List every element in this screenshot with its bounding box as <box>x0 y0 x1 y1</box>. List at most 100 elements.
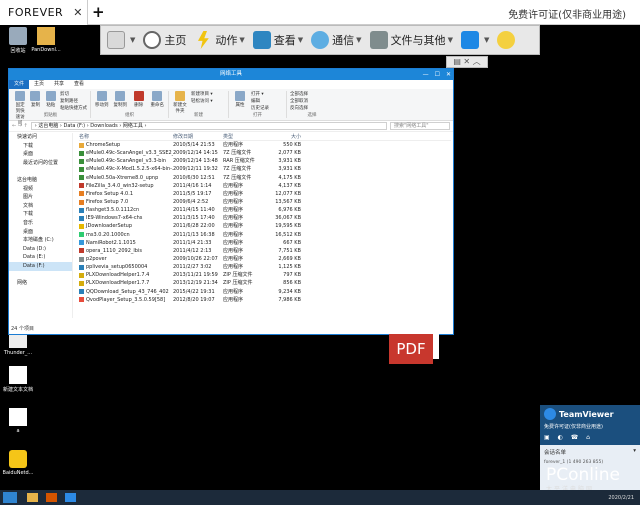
file-row[interactable]: Firefox Setup 7.0 2009/6/4 2:52 应用程序 13,567… <box>79 198 451 206</box>
file-row[interactable]: p2pover 2009/10/26 22:07 应用程序 2,669 KB <box>79 255 451 263</box>
file-row[interactable]: IE9-Windows7-x64-chs 2011/3/15 17:40 应用程序 3… <box>79 214 451 222</box>
nav-item[interactable]: 桌面 <box>9 150 72 159</box>
file-name-cell: PLXDownloadHelper1.7.4 <box>79 271 173 279</box>
windows-button[interactable]: ▼ <box>460 31 489 49</box>
file-type: 应用程序 <box>223 182 244 189</box>
file-type: 应用程序 <box>223 190 244 197</box>
ribbon-tab-file[interactable]: 文件 <box>9 80 30 89</box>
new-tab-icon[interactable]: + <box>92 3 105 21</box>
pdf-file-icon[interactable]: PDF <box>389 297 439 369</box>
file-row[interactable]: QQDownload_Setup_43_746_402 2015/4/22 19:… <box>79 288 451 296</box>
ribbon-tab-home[interactable]: 主页 <box>29 80 49 89</box>
open-button[interactable]: 打开 ▾ <box>251 91 269 98</box>
start-button[interactable] <box>3 492 17 503</box>
nav-item[interactable]: Data (D:) <box>9 245 72 254</box>
teamviewer-action-icons[interactable]: ▣ ◐ ☎ ⌂ <box>544 434 636 441</box>
file-row[interactable]: eMule0.49c-ScanAngel_v3.3-bin 2009/12/14 … <box>79 157 451 165</box>
nav-item[interactable]: 网络 <box>9 279 72 288</box>
watermark-brand: PConline <box>546 465 620 485</box>
file-date: 2010/6/30 12:51 <box>173 174 215 181</box>
nav-item[interactable]: 图片 <box>9 193 72 202</box>
select-all-button[interactable]: 全部选择 <box>290 91 308 98</box>
history-button[interactable]: 历史记录 <box>251 105 269 112</box>
file-size: 2,669 KB <box>278 255 301 262</box>
address-bar[interactable]: › 这台电脑 › Data (F:) › Downloads › 网络工具 › <box>30 122 387 130</box>
select-none-button[interactable]: 全部取消 <box>290 98 308 105</box>
file-name-cell: flashget3.5.0.1112cn <box>79 206 173 214</box>
nav-item[interactable]: 快速访问 <box>9 133 72 142</box>
taskbar-app-icon[interactable] <box>46 493 57 502</box>
file-icon <box>79 264 84 270</box>
file-row[interactable]: ChromeSetup 2010/5/14 21:53 应用程序 550 KB <box>79 141 451 149</box>
nav-item[interactable]: 下载 <box>9 210 72 219</box>
explorer-title: 网络工具 <box>219 71 242 77</box>
session-list-header[interactable]: 会话名单 ▾ <box>540 445 640 459</box>
nav-item[interactable]: 桌面 <box>9 228 72 237</box>
session-tab[interactable]: FOREVER ✕ <box>0 0 88 25</box>
file-row[interactable]: JDownloaderSetup 2011/6/28 22:00 应用程序 19,59… <box>79 222 451 230</box>
file-date: 2009/12/14 14:15 <box>173 150 218 157</box>
cut-button[interactable]: 剪切 <box>60 91 87 98</box>
nav-item[interactable]: 下载 <box>9 142 72 151</box>
file-row[interactable]: PLXDownloadHelper1.7.7 2013/12/19 21:34 ZI… <box>79 279 451 287</box>
file-row[interactable]: FileZilla_3.4.0_win32-setup 2011/4/16 1:1… <box>79 182 451 190</box>
nav-item[interactable]: 最近访问的位置 <box>9 159 72 168</box>
file-name: NamiRobot2.1.1015 <box>86 239 136 246</box>
file-type: ZIP 压缩文件 <box>223 280 253 287</box>
file-row[interactable]: eMule0.50a-Xtreme8.0_upnp 2010/6/30 12:51… <box>79 174 451 182</box>
file-name: ms3.0.20.1000cn <box>86 231 130 238</box>
nav-item[interactable]: Data (E:) <box>9 253 72 262</box>
view-label: 查看 <box>273 34 296 47</box>
files-button[interactable]: 文件与其他 ▼ <box>369 31 453 49</box>
file-row[interactable]: PLXDownloadHelper1.7.4 2013/11/21 19:59 ZI… <box>79 271 451 279</box>
close-session-button[interactable]: ▼ <box>107 31 135 49</box>
column-name[interactable]: 名称 <box>79 133 173 140</box>
file-row[interactable]: opera_1110_2092_lbis 2011/4/12 2:13 应用程序 7,… <box>79 247 451 255</box>
view-button[interactable]: 查看 ▼ <box>252 31 303 49</box>
toolbar-collapse-control[interactable]: ▤ ✕ ︿ <box>446 56 488 68</box>
file-row[interactable]: eMule0.49c-ScanAngel_v3.3_SSE2_... 2009/1… <box>79 149 451 157</box>
communication-button[interactable]: 通信 ▼ <box>311 31 362 49</box>
column-size[interactable]: 大小 <box>271 133 301 140</box>
nav-item[interactable]: 视频 <box>9 185 72 194</box>
window-controls[interactable]: — ☐ ✕ <box>423 69 451 80</box>
search-input[interactable]: 搜索"网络工具" <box>390 122 450 130</box>
column-type[interactable]: 类型 <box>223 133 271 140</box>
file-date: 2011/4/12 2:13 <box>173 247 212 254</box>
ribbon-tab-view[interactable]: 查看 <box>69 80 89 89</box>
file-name-cell: eMule0.49c-ScanAngel_v3.3-bin <box>79 157 173 165</box>
file-name: flashget3.5.0.1112cn <box>86 207 140 214</box>
file-row[interactable]: ms3.0.20.1000cn 2011/1/13 16:38 应用程序 16,512… <box>79 231 451 239</box>
easy-access-button[interactable]: 轻松访问 ▾ <box>191 98 213 105</box>
nav-item[interactable]: 音乐 <box>9 219 72 228</box>
taskbar-teamviewer-icon[interactable] <box>65 493 76 502</box>
taskbar-explorer-icon[interactable] <box>27 493 38 502</box>
nav-item[interactable]: 文档 <box>9 202 72 211</box>
desktop-icon-baidunetdisk[interactable]: BaiduNetd... <box>0 450 36 476</box>
file-row[interactable]: pplivevia_setup0650004 2011/2/27 3:02 应用程序… <box>79 263 451 271</box>
edit-button[interactable]: 编辑 <box>251 98 269 105</box>
desktop-icon-a[interactable]: a <box>0 408 36 434</box>
nav-item[interactable]: Data (F:) <box>9 261 72 271</box>
ribbon-tab-share[interactable]: 共享 <box>49 80 69 89</box>
file-row[interactable]: eMule0.49c-X-Mod1.5.2.5-x64-bin-... 2009/… <box>79 165 451 173</box>
file-row[interactable]: Firefox Setup 4.0.1 2011/5/5 19:17 应用程序 12,… <box>79 190 451 198</box>
close-tab-icon[interactable]: ✕ <box>73 6 82 19</box>
file-icon <box>79 256 84 262</box>
desktop-icon-pandownload[interactable]: PanDownl... <box>28 27 64 53</box>
column-date[interactable]: 修改日期 <box>173 133 223 140</box>
teamviewer-title: TeamViewer <box>559 409 614 419</box>
nav-item[interactable]: 这台电脑 <box>9 176 72 185</box>
action-button[interactable]: 动作 ▼ <box>194 31 245 49</box>
feedback-button[interactable] <box>497 31 518 49</box>
copy-path-button[interactable]: 复制路径 <box>60 98 87 105</box>
desktop-icon-new-text[interactable]: 新建文本文档 <box>0 366 36 393</box>
file-type: 应用程序 <box>223 231 244 238</box>
new-item-button[interactable]: 新建项目 ▾ <box>191 91 213 98</box>
home-button[interactable]: 主页 <box>143 31 186 49</box>
nav-item[interactable]: 本地磁盘 (C:) <box>9 236 72 245</box>
file-row[interactable]: flashget3.5.0.1112cn 2011/4/15 11:40 应用程序 6… <box>79 206 451 214</box>
invert-selection-button[interactable]: 反向选择 <box>290 105 308 112</box>
paste-shortcut-button[interactable]: 粘贴快捷方式 <box>60 105 87 112</box>
file-row[interactable]: NamiRobot2.1.1015 2011/1/4 21:33 应用程序 667 K… <box>79 239 451 247</box>
